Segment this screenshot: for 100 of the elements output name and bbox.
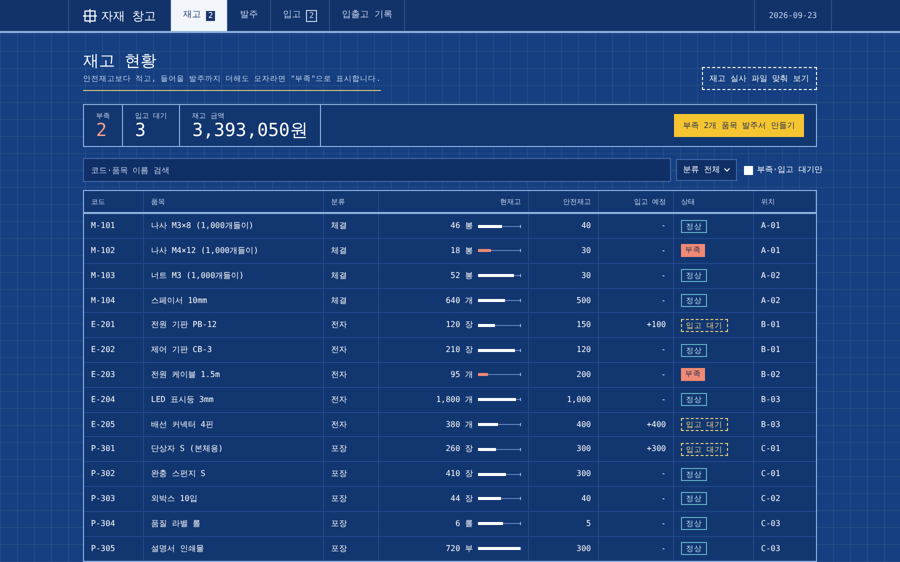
table-cell: 260 장 <box>446 443 473 456</box>
table-cell: 6 롤 <box>455 518 473 530</box>
table-cell: C-01 <box>761 468 780 480</box>
table-cell: - <box>661 344 666 356</box>
table-cell: - <box>661 394 666 406</box>
table-cell: 전자 <box>331 394 347 406</box>
table-cell: 체결 <box>331 244 347 257</box>
table-cell: P-304 <box>91 518 116 530</box>
table-cell: 포장 <box>331 492 347 505</box>
table-cell: - <box>661 294 666 307</box>
table-cell: 640 개 <box>446 294 473 307</box>
table-cell: 너트 M3 (1,000개들이) <box>151 270 244 282</box>
table-cell: 배선 커넥터 4핀 <box>151 418 214 431</box>
table-cell: +400 <box>646 418 666 431</box>
table-cell: E-201 <box>91 319 116 332</box>
table-cell: 전자 <box>331 418 347 431</box>
table-cell: M-103 <box>91 270 116 282</box>
table-cell: 전원 기판 PB-12 <box>151 319 217 332</box>
table-cell: B-03 <box>761 418 780 431</box>
table-cell: - <box>661 542 666 554</box>
table-cell: C-01 <box>761 443 780 456</box>
page-title: 재고 현황 <box>83 51 158 71</box>
count-badge: 2 <box>306 10 317 22</box>
table-cell: - <box>661 270 666 282</box>
table-cell: 40 <box>581 220 591 232</box>
filter-checkbox-label: 부족·입고 대기만 <box>756 164 822 176</box>
table-cell: 품질 라벨 롤 <box>151 518 201 530</box>
table-cell: A-01 <box>761 220 780 232</box>
audit-file-button[interactable]: 재고 실사 파일 맞춰 보기 <box>702 67 817 90</box>
table-cell: A-02 <box>761 294 780 307</box>
table-cell: 전자 <box>331 344 347 356</box>
chevron-down-icon <box>724 168 730 172</box>
table-cell: P-303 <box>91 492 116 505</box>
table-cell: - <box>661 468 666 480</box>
table-cell: 포장 <box>331 468 347 480</box>
table-cell: 400 <box>576 418 591 431</box>
table-cell: 40 <box>581 492 591 505</box>
table-cell: - <box>661 368 666 381</box>
table-cell: 체결 <box>331 270 347 282</box>
table-cell: 스페이서 10mm <box>151 294 208 307</box>
nav-tab[interactable]: 입출고 기록 <box>330 0 406 31</box>
search-field[interactable]: 코드·품목 이름 검색 <box>83 158 671 182</box>
table-cell: 포장 <box>331 518 347 530</box>
table-cell: B-03 <box>761 394 780 406</box>
table-cell: C-02 <box>761 492 780 505</box>
table-cell: - <box>661 220 666 232</box>
nav-tab[interactable]: 입고 2 <box>271 0 330 31</box>
table-cell: 1,000 <box>566 394 591 406</box>
filter-checkbox[interactable] <box>744 166 753 175</box>
table-cell: - <box>661 492 666 505</box>
table-cell: 1,800 개 <box>436 394 473 406</box>
category-select[interactable]: 분류 전체 <box>676 159 737 182</box>
table-cell: 포장 <box>331 443 347 456</box>
table-cell: M-104 <box>91 294 116 307</box>
table-cell: B-02 <box>761 368 780 381</box>
nav-tab[interactable]: 발주 <box>228 0 272 31</box>
table-cell: 포장 <box>331 542 347 554</box>
table-cell: E-204 <box>91 394 116 406</box>
table-cell: +100 <box>646 319 666 332</box>
table-cell: P-301 <box>91 443 116 456</box>
nav-tab[interactable]: 재고 2 <box>171 0 228 31</box>
table-cell: 외박스 10입 <box>151 492 198 505</box>
table-cell: 720 부 <box>446 542 473 554</box>
table-cell: 300 <box>576 542 591 554</box>
table-cell: 120 <box>576 344 591 356</box>
stat-value: 3 <box>135 121 147 141</box>
table-cell: 150 <box>576 319 591 332</box>
table-cell: 전자 <box>331 319 347 332</box>
table-cell: 210 장 <box>446 344 473 356</box>
table-cell: A-01 <box>761 244 780 257</box>
table-cell: LED 표시등 3mm <box>151 394 214 406</box>
table-cell: 300 <box>576 468 591 480</box>
table-cell: E-203 <box>91 368 116 381</box>
table-cell: E-202 <box>91 344 116 356</box>
table-cell: 46 봉 <box>450 220 473 232</box>
table-cell: 체결 <box>331 294 347 307</box>
table-cell: 52 봉 <box>450 270 473 282</box>
table-cell: M-101 <box>91 220 116 232</box>
table-cell: 단상자 S (본체용) <box>151 443 224 456</box>
table-cell: A-02 <box>761 270 780 282</box>
table-cell: M-102 <box>91 244 116 257</box>
create-order-button[interactable]: 부족 2개 품목 발주서 만들기 <box>674 114 804 138</box>
table-cell: C-03 <box>761 518 780 530</box>
table-cell: 5 <box>586 518 591 530</box>
table-cell: 410 장 <box>446 468 473 480</box>
count-badge: 2 <box>206 10 216 20</box>
stat-value: 3,393,050원 <box>192 121 308 141</box>
table-cell: 나사 M4×12 (1,000개들이) <box>151 244 258 257</box>
table-cell: 500 <box>576 294 591 307</box>
table-cell: +300 <box>646 443 666 456</box>
table-cell: 300 <box>576 443 591 456</box>
table-cell: - <box>661 518 666 530</box>
table-cell: B-01 <box>761 344 780 356</box>
table-cell: 나사 M3×8 (1,000개들이) <box>151 220 254 232</box>
table-cell: P-305 <box>91 542 116 554</box>
date-text: 2026-09-23 <box>768 10 817 22</box>
table-cell: 전자 <box>331 368 347 381</box>
table-cell: 380 개 <box>446 418 473 431</box>
app-title: 자재 창고 <box>101 8 156 24</box>
table-cell: 제어 기판 CB-3 <box>151 344 212 356</box>
